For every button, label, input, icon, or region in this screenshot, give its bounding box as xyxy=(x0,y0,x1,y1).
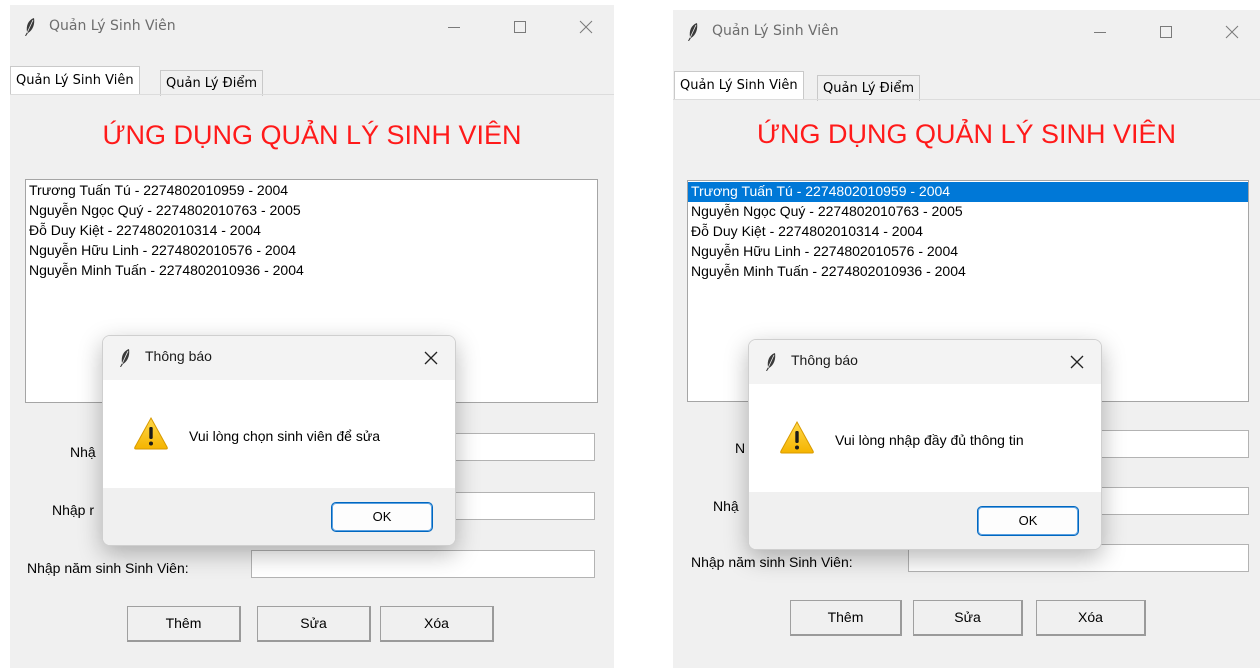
feather-icon xyxy=(25,18,35,36)
dialog-body: Vui lòng nhập đầy đủ thông tin xyxy=(749,384,1101,492)
delete-button[interactable]: Xóa xyxy=(380,606,494,642)
warning-dialog: Thông báo Vui lòng chọn sinh viên để sửa… xyxy=(102,335,456,546)
dialog-message: Vui lòng chọn sinh viên để sửa xyxy=(189,428,380,444)
app-title: ỨNG DỤNG QUẢN LÝ SINH VIÊN xyxy=(102,120,522,150)
edit-button[interactable]: Sửa xyxy=(257,606,371,642)
dialog-message: Vui lòng nhập đầy đủ thông tin xyxy=(835,432,1024,448)
close-icon[interactable] xyxy=(574,15,598,39)
tab-bar: Quản Lý Sinh Viên Quản Lý Điểm xyxy=(10,66,614,96)
feather-icon xyxy=(766,353,776,371)
minimize-icon[interactable] xyxy=(1088,20,1112,44)
maximize-icon[interactable] xyxy=(508,15,532,39)
dialog-title: Thông báo xyxy=(145,348,212,364)
edit-button[interactable]: Sửa xyxy=(913,600,1023,636)
ok-button[interactable]: OK xyxy=(977,506,1079,536)
tab-student-management[interactable]: Quản Lý Sinh Viên xyxy=(10,66,140,94)
list-item[interactable]: Đỗ Duy Kiệt - 2274802010314 - 2004 xyxy=(688,222,1248,242)
tab-grade-management[interactable]: Quản Lý Điểm xyxy=(817,75,921,101)
app-title: ỨNG DỤNG QUẢN LÝ SINH VIÊN xyxy=(756,119,1177,149)
list-item[interactable]: Nguyễn Hữu Linh - 2274802010576 - 2004 xyxy=(688,242,1248,262)
dialog-footer: OK xyxy=(749,492,1101,549)
title-bar[interactable]: Quản Lý Sinh Viên xyxy=(10,5,614,49)
tab-divider xyxy=(10,94,614,95)
year-label: Nhập năm sinh Sinh Viên: xyxy=(691,554,853,570)
tab-grade-management[interactable]: Quản Lý Điểm xyxy=(160,70,264,96)
list-item[interactable]: Nguyễn Hữu Linh - 2274802010576 - 2004 xyxy=(26,241,597,261)
add-button[interactable]: Thêm xyxy=(790,600,902,636)
id-label: Nhậ xyxy=(713,498,739,514)
name-label: Nhậ xyxy=(70,444,96,460)
dialog-footer: OK xyxy=(103,488,455,545)
list-item[interactable]: Nguyễn Minh Tuấn - 2274802010936 - 2004 xyxy=(688,262,1248,282)
warning-icon xyxy=(780,420,814,454)
close-icon[interactable] xyxy=(421,348,441,368)
year-input[interactable] xyxy=(251,550,595,578)
close-icon[interactable] xyxy=(1220,20,1244,44)
window-title: Quản Lý Sinh Viên xyxy=(49,18,176,34)
maximize-icon[interactable] xyxy=(1154,20,1178,44)
list-item[interactable]: Nguyễn Minh Tuấn - 2274802010936 - 2004 xyxy=(26,261,597,281)
name-label: N xyxy=(735,440,746,456)
tab-divider xyxy=(673,99,1260,100)
title-bar[interactable]: Quản Lý Sinh Viên xyxy=(673,10,1260,54)
close-icon[interactable] xyxy=(1067,352,1087,372)
warning-dialog: Thông báo Vui lòng nhập đầy đủ thông tin… xyxy=(748,339,1102,550)
app-window-2: Quản Lý Sinh Viên Quản Lý Sinh Viên Quản… xyxy=(673,10,1260,668)
warning-icon xyxy=(134,416,168,450)
window-title: Quản Lý Sinh Viên xyxy=(712,23,839,39)
delete-button[interactable]: Xóa xyxy=(1036,600,1146,636)
ok-button[interactable]: OK xyxy=(331,502,433,532)
year-label: Nhập năm sinh Sinh Viên: xyxy=(27,560,189,576)
tab-student-management[interactable]: Quản Lý Sinh Viên xyxy=(674,71,804,99)
list-item[interactable]: Đỗ Duy Kiệt - 2274802010314 - 2004 xyxy=(26,221,597,241)
app-window-1: Quản Lý Sinh Viên Quản Lý Sinh Viên Quản… xyxy=(10,5,614,668)
tab-bar: Quản Lý Sinh Viên Quản Lý Điểm xyxy=(673,71,1260,101)
list-item-selected[interactable]: Trương Tuấn Tú - 2274802010959 - 2004 xyxy=(688,182,1248,202)
add-button[interactable]: Thêm xyxy=(127,606,241,642)
list-item[interactable]: Trương Tuấn Tú - 2274802010959 - 2004 xyxy=(26,181,597,201)
list-item[interactable]: Nguyễn Ngọc Quý - 2274802010763 - 2005 xyxy=(688,202,1248,222)
minimize-icon[interactable] xyxy=(442,15,466,39)
feather-icon xyxy=(688,23,698,41)
dialog-title: Thông báo xyxy=(791,352,858,368)
dialog-title-bar[interactable]: Thông báo xyxy=(103,336,455,380)
list-item[interactable]: Nguyễn Ngọc Quý - 2274802010763 - 2005 xyxy=(26,201,597,221)
dialog-title-bar[interactable]: Thông báo xyxy=(749,340,1101,384)
dialog-body: Vui lòng chọn sinh viên để sửa xyxy=(103,380,455,488)
id-label: Nhập r xyxy=(52,502,95,518)
feather-icon xyxy=(120,349,130,367)
